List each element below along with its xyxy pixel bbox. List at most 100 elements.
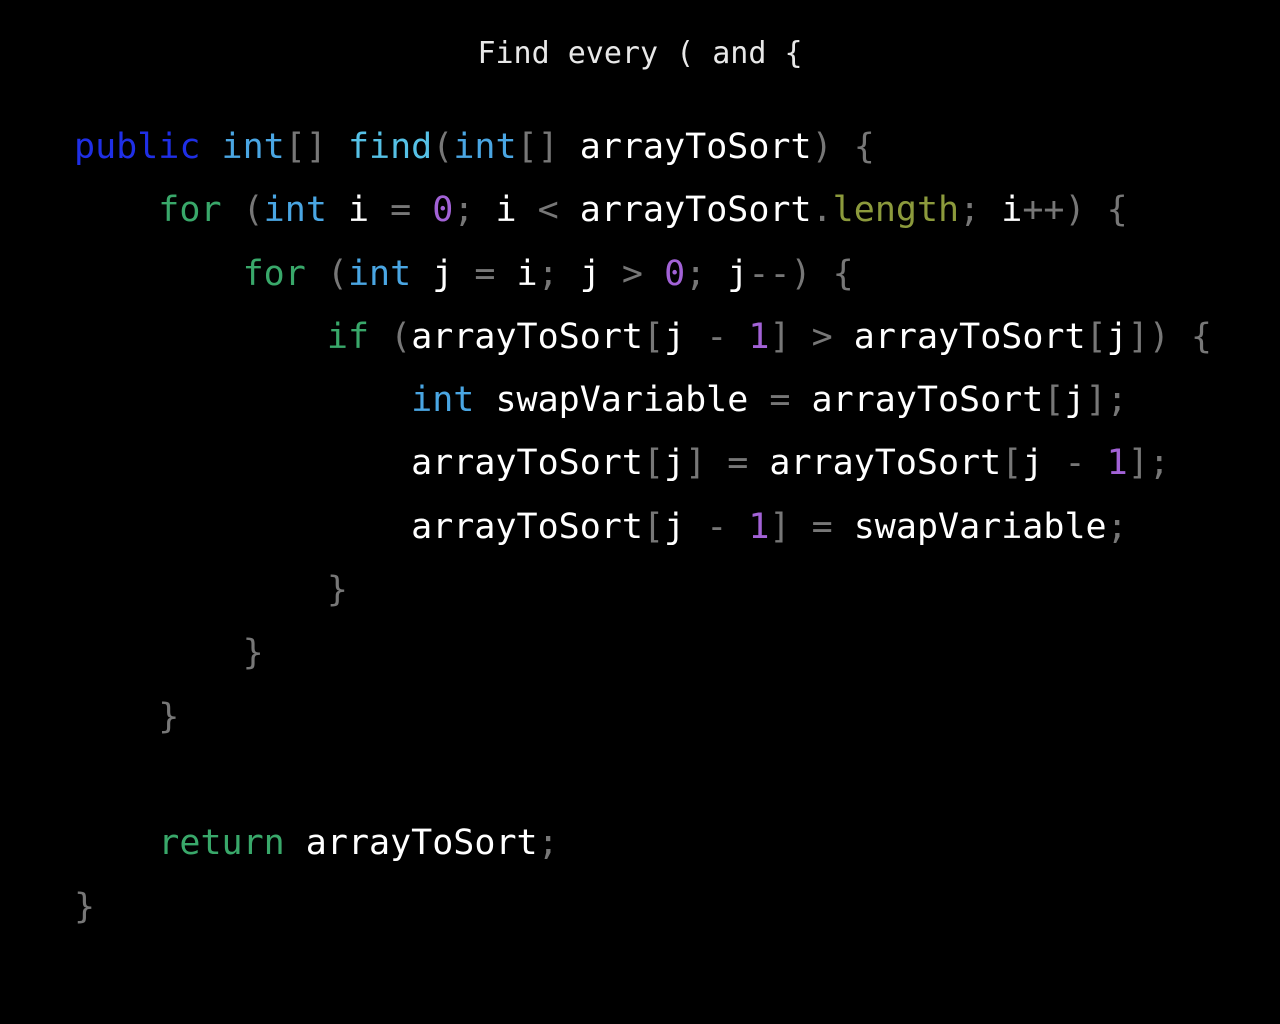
code-token-punc: [ [642,316,665,357]
code-token-punc: ( [305,253,348,294]
code-token-kw: if [326,316,370,357]
code-token-ident [643,254,664,294]
code-token-ident [200,127,221,167]
code-token-punc: ]; [1127,443,1170,484]
code-token-num: 0 [432,190,454,231]
code-token-kw: for [242,253,306,294]
code-token-ident: swapVariable [474,380,770,421]
code-token-punc: ; [1106,506,1128,547]
code-token-ident: arrayToSort [832,316,1086,357]
code-slide: Find every ( and { public int[] find(int… [0,0,1280,1024]
code-token-ident: arrayToSort [790,380,1044,421]
code-token-ident: j [706,253,749,294]
code-line: for (int j = i; j > 0; j--) { [74,243,1212,306]
code-line: arrayToSort[j - 1] = swapVariable; [74,496,1212,559]
code-token-punc: ]) { [1127,316,1213,357]
code-line: for (int i = 0; i < arrayToSort.length; … [74,179,1212,242]
code-token-ident [727,507,748,547]
code-token-punc: = [474,253,496,294]
code-token-ident: j [1106,316,1128,357]
code-token-ident: swapVariable [832,506,1107,547]
code-token-ident: arrayToSort [411,443,643,484]
code-token-ident [411,190,432,230]
code-token-punc: ]; [1085,380,1128,421]
code-token-punc: [] [284,127,327,167]
instruction-text: Find every ( and { [477,36,803,71]
code-token-punc: - [706,506,728,547]
code-token-mod: public [74,127,201,167]
code-token-ident [327,127,348,167]
code-token-num: 1 [748,316,770,357]
code-token-type: int [347,253,412,294]
code-token-prop: length [832,190,960,231]
code-token-punc: ; [453,190,475,231]
code-token-num: 0 [664,253,686,294]
code-token-punc: [ [1043,380,1065,421]
code-token-punc: ( [221,190,264,231]
code-token-punc: [ [642,443,665,484]
code-token-punc: < [537,190,559,231]
code-token-punc: ; [685,253,707,294]
code-line: } [74,686,1212,749]
code-token-punc: . [811,190,833,231]
code-token-punc: ) { [811,127,875,167]
code-token-ident: arrayToSort [411,506,643,547]
code-token-punc: ; [537,823,559,864]
code-token-ident: arrayToSort [748,443,1002,484]
code-token-punc: > [621,253,643,294]
code-token-ident: j [1022,443,1065,484]
code-token-num: 1 [1106,443,1128,484]
code-token-punc: ; [537,253,559,294]
code-token-punc: } [158,696,180,737]
code-token-punc: [ [1085,316,1107,357]
code-token-punc: } [74,886,96,927]
code-line: } [74,876,1212,939]
code-token-ident: j [664,443,686,484]
code-line: } [74,559,1212,622]
code-token-punc: [ [1001,443,1023,484]
code-token-punc: - [706,316,728,357]
code-token-ident: arrayToSort [558,190,812,231]
code-token-ident: i [980,190,1023,231]
code-token-ident: j [664,316,707,357]
code-token-punc: --) { [748,253,854,294]
code-token-ident: arrayToSort [411,316,643,357]
code-token-type: int [453,127,517,167]
code-token-punc: = [769,380,791,421]
code-token-ident: j [1064,380,1086,421]
code-token-type: int [221,127,285,167]
code-token-type: int [411,380,475,421]
code-token-punc: ; [959,190,981,231]
code-line: if (arrayToSort[j - 1] > arrayToSort[j])… [74,306,1212,369]
code-token-num: 1 [748,506,770,547]
code-token-punc: = [390,190,412,231]
code-token-punc: ] [685,443,707,484]
code-token-ident: j [664,506,707,547]
code-token-punc: > [811,316,833,357]
code-line: int swapVariable = arrayToSort[j]; [74,369,1212,432]
code-token-punc: = [811,506,833,547]
code-line: return arrayToSort; [74,812,1212,875]
code-token-punc: ] [769,316,791,357]
code-line: } [74,622,1212,685]
code-token-punc: ++) { [1022,190,1128,231]
code-token-punc: - [1064,443,1086,484]
code-token-fn: find [347,127,433,167]
code-token-ident [727,317,748,357]
code-token-punc: ( [432,127,454,167]
code-token-ident [1086,443,1107,483]
code-token-ident: i [495,253,538,294]
code-token-kw: for [158,190,222,231]
code-token-punc: [] [516,127,559,167]
code-token-ident: arrayToSort [284,823,538,864]
